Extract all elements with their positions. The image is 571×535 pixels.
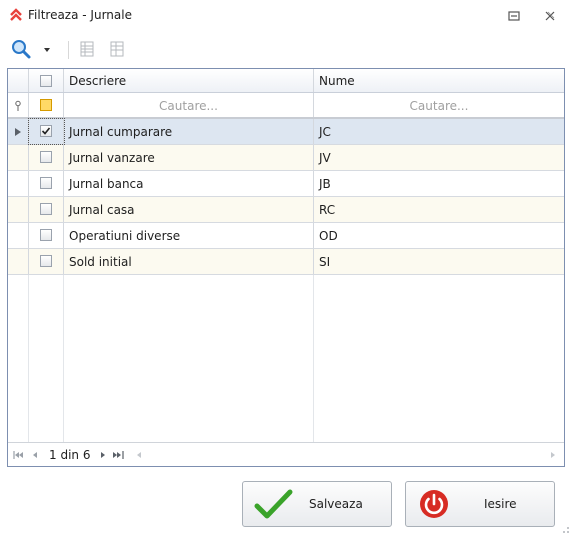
row-indicator [8, 223, 29, 248]
column-divider [28, 275, 29, 442]
dropdown-arrow-icon[interactable] [42, 37, 52, 61]
title-bar: Filtreaza - Jurnale [0, 0, 571, 33]
row-checkbox[interactable] [40, 177, 52, 189]
cell-text: JC [319, 125, 331, 139]
cell-text: RC [319, 203, 336, 217]
row-indicator [8, 249, 29, 274]
collapse-columns-icon[interactable] [108, 37, 126, 61]
filter-pin-icon [15, 100, 21, 111]
cell-descriere[interactable]: Jurnal cumparare [64, 119, 314, 144]
cell-text: Jurnal banca [69, 177, 144, 191]
save-button[interactable]: Salveaza [242, 481, 392, 527]
cell-nume[interactable]: JV [314, 145, 564, 170]
journals-grid: Descriere Nume Cautare... Cautare... Jur… [7, 68, 565, 467]
page-indicator: 1 din 6 [49, 448, 91, 462]
column-header-descriere[interactable]: Descriere [64, 69, 314, 92]
filter-placeholder: Cautare... [159, 99, 218, 113]
row-indicator [8, 197, 29, 222]
filter-placeholder: Cautare... [409, 99, 469, 113]
cell-nume[interactable]: OD [314, 223, 564, 248]
toolbar-separator [68, 41, 69, 59]
select-all-header [29, 69, 64, 92]
power-icon [420, 490, 448, 518]
save-button-label: Salveaza [309, 497, 363, 511]
row-checkbox-cell [29, 171, 64, 196]
filter-checkbox-cell [29, 93, 64, 117]
column-divider [313, 275, 314, 442]
filter-indicator-cell [8, 93, 29, 117]
row-checkbox-cell [29, 197, 64, 222]
exit-button-label: Iesire [484, 497, 517, 511]
column-header-label: Descriere [69, 74, 127, 88]
table-row[interactable]: Jurnal banca JB [8, 171, 564, 197]
filter-nume[interactable]: Cautare... [314, 93, 564, 117]
scroll-left-icon[interactable] [134, 449, 144, 461]
previous-page-icon[interactable] [30, 449, 40, 461]
grid-pager: 1 din 6 [8, 442, 564, 466]
last-page-icon[interactable] [112, 449, 126, 461]
cell-nume[interactable]: JB [314, 171, 564, 196]
column-header-label: Nume [319, 74, 355, 88]
cell-text: Jurnal cumparare [69, 125, 173, 139]
filter-descriere[interactable]: Cautare... [64, 93, 314, 117]
row-checkbox-cell [29, 223, 64, 248]
table-row[interactable]: Jurnal vanzare JV [8, 145, 564, 171]
cell-descriere[interactable]: Operatiuni diverse [64, 223, 314, 248]
cell-nume[interactable]: SI [314, 249, 564, 274]
cell-descriere[interactable]: Jurnal casa [64, 197, 314, 222]
cell-text: Operatiuni diverse [69, 229, 181, 243]
row-checkbox[interactable] [40, 151, 52, 163]
cell-text: Sold initial [69, 255, 132, 269]
cell-text: Jurnal casa [69, 203, 135, 217]
table-row[interactable]: Jurnal cumparare JC [8, 118, 564, 145]
cell-descriere[interactable]: Jurnal banca [64, 171, 314, 196]
scroll-right-icon[interactable] [548, 449, 558, 461]
expand-columns-icon[interactable] [78, 37, 96, 61]
column-header-nume[interactable]: Nume [314, 69, 564, 92]
auto-filter-row: Cautare... Cautare... [8, 93, 564, 119]
filter-indeterminate-checkbox[interactable] [40, 99, 52, 111]
row-checkbox[interactable] [40, 125, 52, 137]
row-checkbox[interactable] [40, 229, 52, 241]
table-row[interactable]: Jurnal casa RC [8, 197, 564, 223]
close-icon[interactable] [542, 8, 558, 24]
first-page-icon[interactable] [12, 449, 24, 461]
row-checkbox[interactable] [40, 203, 52, 215]
window-title: Filtreaza - Jurnale [28, 8, 132, 22]
double-chevron-up-icon [10, 8, 22, 21]
table-row[interactable]: Operatiuni diverse OD [8, 223, 564, 249]
row-indicator [8, 119, 29, 144]
resize-grip-icon[interactable] [560, 524, 570, 534]
row-indicator [8, 171, 29, 196]
row-checkbox-cell [28, 118, 65, 145]
cell-descriere[interactable]: Jurnal vanzare [64, 145, 314, 170]
row-checkbox-cell [29, 145, 64, 170]
current-row-arrow-icon [15, 128, 21, 136]
restore-icon[interactable] [506, 8, 522, 24]
next-page-icon[interactable] [98, 449, 108, 461]
row-indicator-header [8, 69, 29, 92]
toolbar [0, 33, 571, 67]
cell-text: OD [319, 229, 338, 243]
table-row[interactable]: Sold initial SI [8, 249, 564, 275]
row-checkbox[interactable] [40, 255, 52, 267]
checkmark-small-icon [41, 127, 51, 135]
grid-header: Descriere Nume [8, 69, 564, 93]
row-indicator [8, 145, 29, 170]
cell-text: SI [319, 255, 331, 269]
checkmark-icon [254, 489, 293, 519]
search-icon[interactable] [10, 37, 32, 61]
cell-nume[interactable]: RC [314, 197, 564, 222]
exit-button[interactable]: Iesire [405, 481, 555, 527]
cell-descriere[interactable]: Sold initial [64, 249, 314, 274]
column-divider [63, 275, 64, 442]
cell-text: JV [319, 151, 331, 165]
cell-nume[interactable]: JC [314, 119, 564, 144]
select-all-checkbox[interactable] [40, 75, 52, 87]
cell-text: JB [319, 177, 331, 191]
row-checkbox-cell [29, 249, 64, 274]
cell-text: Jurnal vanzare [69, 151, 155, 165]
